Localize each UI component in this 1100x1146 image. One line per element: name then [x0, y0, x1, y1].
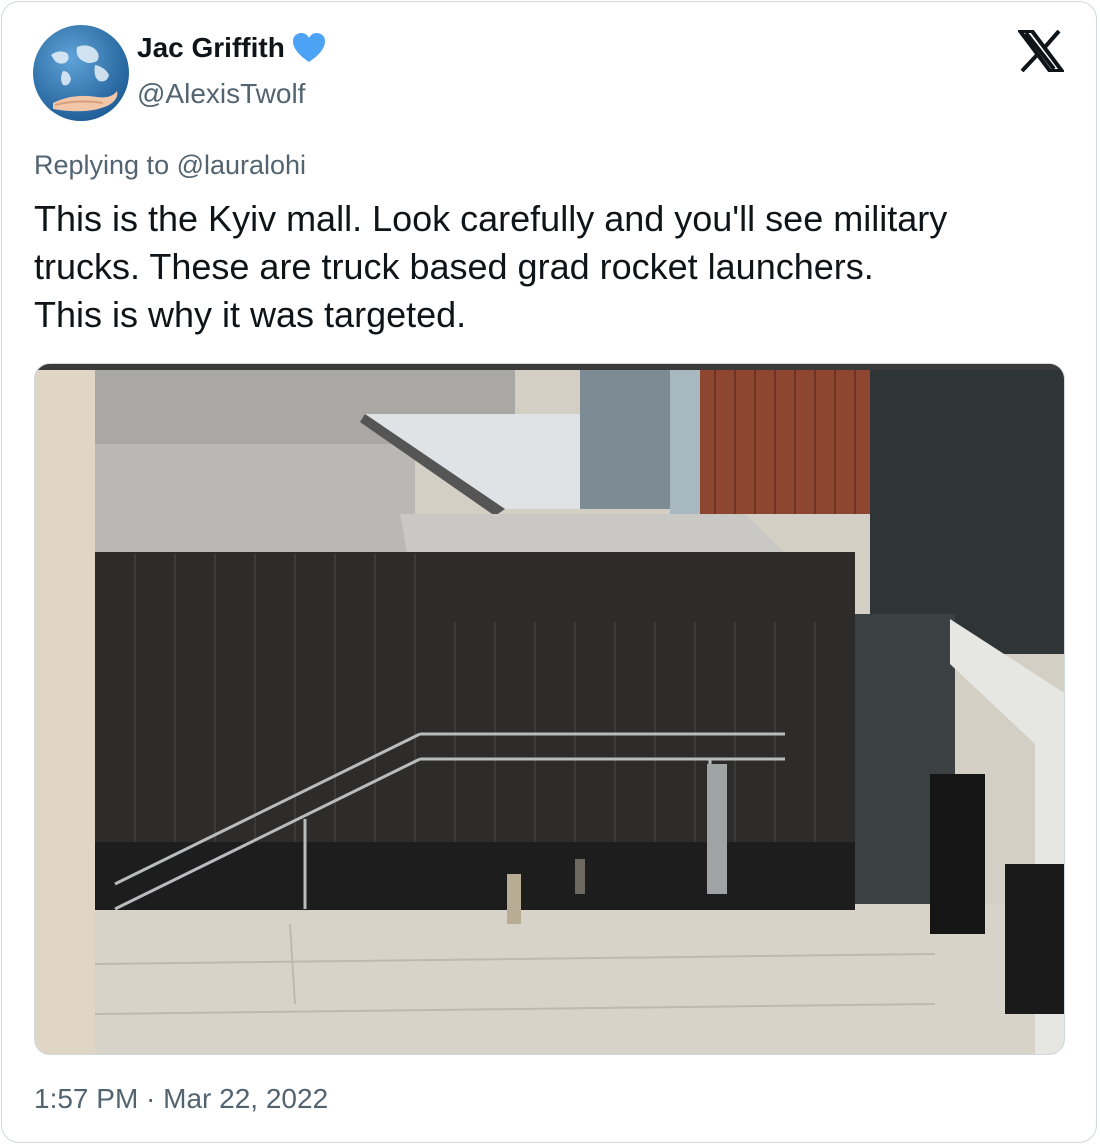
x-logo-icon[interactable] — [1016, 29, 1066, 73]
author-display-name[interactable]: Jac Griffith — [137, 32, 285, 64]
tweet-text: This is the Kyiv mall. Look carefully an… — [34, 198, 948, 335]
reply-context: Replying to @lauralohi — [34, 150, 307, 180]
tweet-photo[interactable] — [34, 363, 1065, 1055]
mall-aerial-photo — [35, 364, 1064, 1054]
tweet-timestamp[interactable]: 1:57 PM · Mar 22, 2022 — [34, 1083, 328, 1115]
avatar[interactable] — [33, 25, 129, 121]
author-name-row[interactable]: Jac Griffith — [137, 32, 327, 64]
author-handle[interactable]: @AlexisTwolf — [137, 78, 305, 110]
verified-badge-icon — [291, 32, 327, 64]
globe-hand-avatar-image — [33, 25, 129, 121]
